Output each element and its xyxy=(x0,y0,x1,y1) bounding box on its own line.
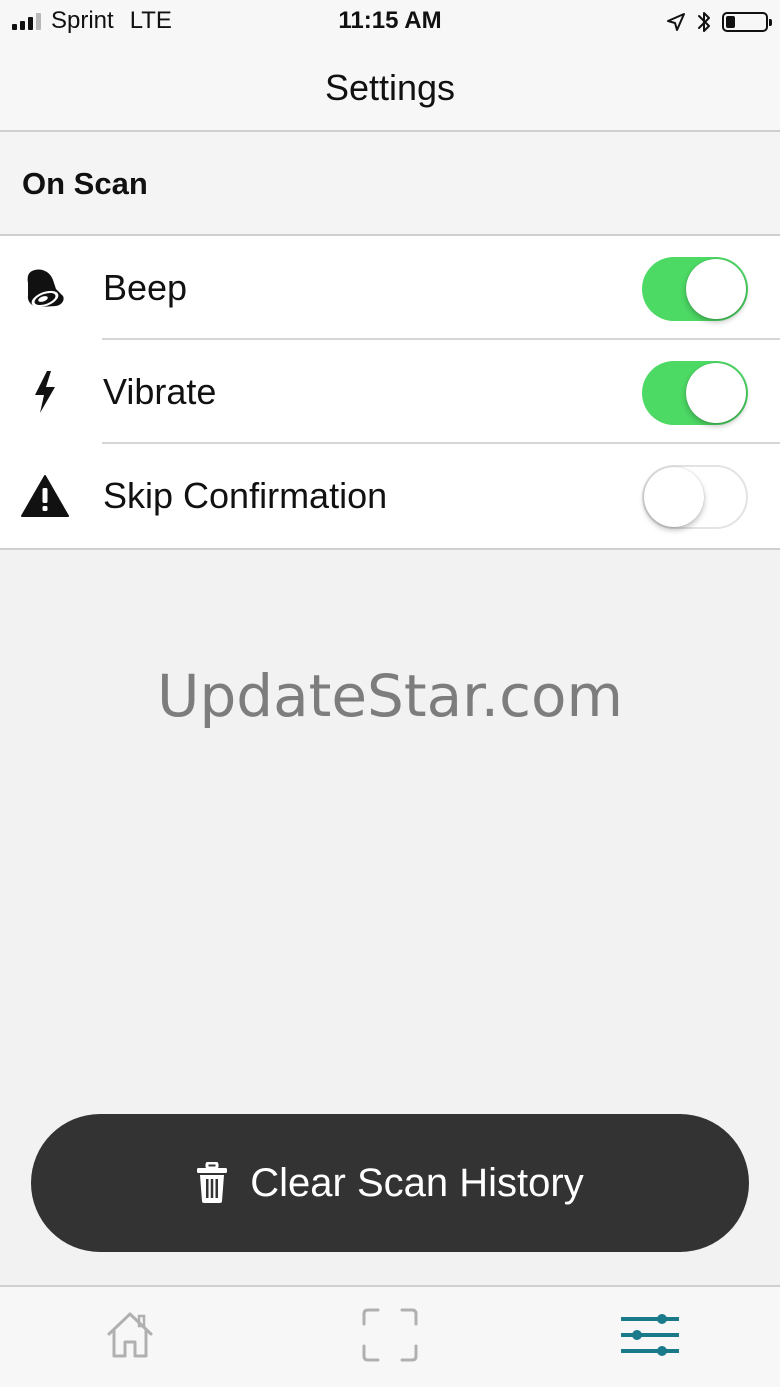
tab-scan[interactable] xyxy=(355,1305,425,1365)
setting-row-skip-confirmation: Skip Confirmation xyxy=(0,444,780,548)
section-title: On Scan xyxy=(22,166,148,201)
tab-bar xyxy=(0,1285,780,1387)
bluetooth-icon xyxy=(698,12,710,32)
battery-icon xyxy=(722,12,772,32)
status-bar: Sprint LTE 11:15 AM xyxy=(0,0,780,44)
setting-label-beep: Beep xyxy=(103,267,188,308)
sliders-icon xyxy=(621,1314,679,1356)
page-title: Settings xyxy=(324,67,456,108)
warning-icon xyxy=(20,471,70,521)
clear-button-label: Clear Scan History xyxy=(250,1160,584,1205)
tab-settings[interactable] xyxy=(615,1305,685,1365)
status-time: 11:15 AM xyxy=(338,7,442,34)
vibrate-toggle[interactable] xyxy=(642,361,748,425)
navigation-bar: Settings xyxy=(0,44,780,132)
home-icon xyxy=(107,1312,153,1358)
clear-scan-history-button[interactable]: Clear Scan History xyxy=(31,1114,749,1252)
skip-confirmation-toggle[interactable] xyxy=(642,465,748,529)
setting-label-vibrate: Vibrate xyxy=(103,371,217,412)
setting-row-vibrate: Vibrate xyxy=(0,340,780,444)
setting-row-beep: Beep xyxy=(0,236,780,340)
lightning-icon xyxy=(20,367,70,417)
tab-home[interactable] xyxy=(95,1305,165,1365)
location-arrow-icon xyxy=(667,13,685,31)
setting-label-skip-confirmation: Skip Confirmation xyxy=(103,475,388,516)
bell-icon xyxy=(20,263,70,313)
status-right xyxy=(666,8,772,36)
watermark-text: UpdateStar.com xyxy=(157,662,623,730)
trash-icon xyxy=(197,1162,228,1203)
scan-icon xyxy=(362,1308,418,1362)
beep-toggle[interactable] xyxy=(642,257,748,321)
section-header: On Scan xyxy=(0,132,780,236)
settings-list: Beep Vibrate Skip Confirmation xyxy=(0,236,780,550)
